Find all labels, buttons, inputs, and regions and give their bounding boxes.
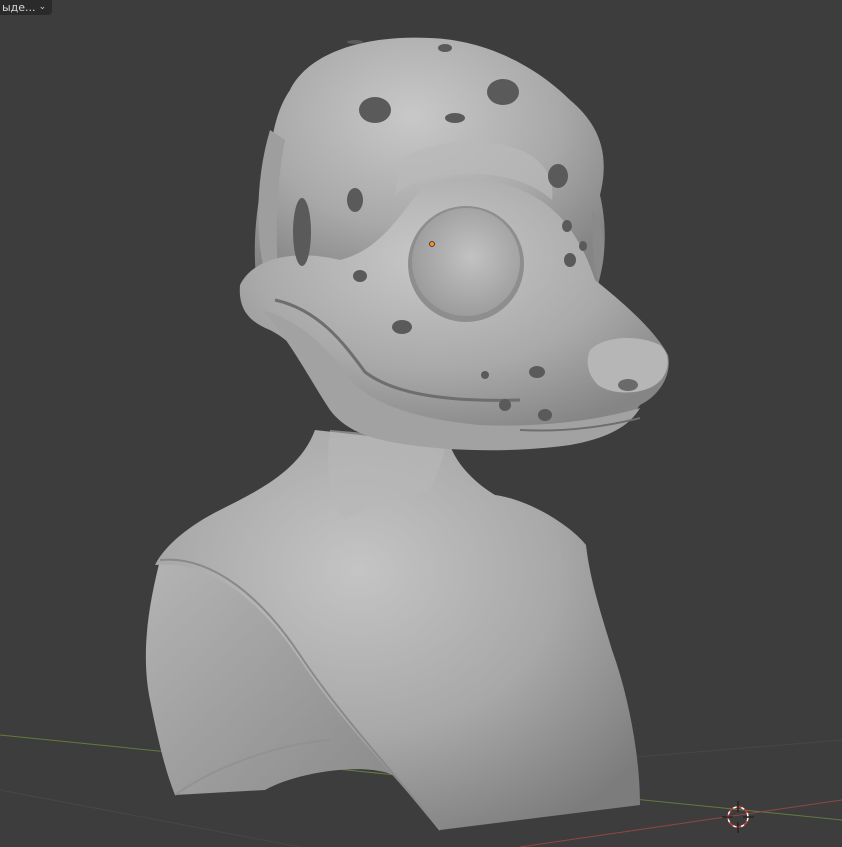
chevron-down-icon: ⌄ bbox=[38, 2, 47, 12]
3d-cursor-icon[interactable] bbox=[722, 801, 754, 833]
3d-viewport[interactable]: ыде... ⌄ bbox=[0, 0, 842, 847]
eye-sphere bbox=[412, 208, 520, 316]
mode-dropdown[interactable]: ыде... ⌄ bbox=[0, 0, 53, 15]
viewport-canvas[interactable] bbox=[0, 0, 842, 847]
object-origin-icon bbox=[429, 241, 435, 247]
mode-dropdown-label: ыде... bbox=[2, 1, 36, 14]
bust-mesh[interactable] bbox=[145, 430, 640, 831]
